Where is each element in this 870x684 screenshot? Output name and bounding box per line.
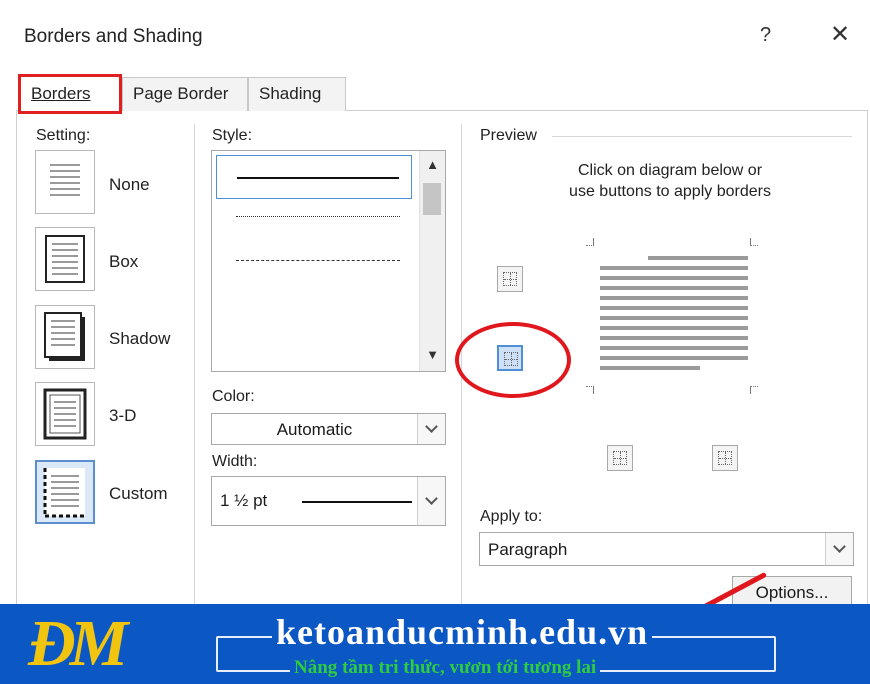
color-dropdown-button[interactable] [417, 414, 445, 444]
preview-rule [552, 136, 852, 137]
highlight-circle [455, 322, 571, 398]
border-top-icon [503, 272, 517, 286]
preview-text-line [600, 306, 748, 310]
style-solid-line [237, 177, 399, 179]
setting-shadow-icon[interactable] [35, 305, 95, 369]
preview-text-line [600, 316, 748, 320]
apply-to-dropdown-button[interactable] [825, 533, 853, 565]
tab-shading[interactable]: Shading [248, 77, 346, 111]
preview-text-line [600, 296, 748, 300]
setting-custom-icon[interactable] [35, 460, 95, 524]
setting-3d-label[interactable]: 3-D [109, 406, 136, 426]
setting-custom-label[interactable]: Custom [109, 484, 168, 504]
style-option-solid[interactable] [216, 155, 412, 199]
width-label: Width: [212, 453, 258, 470]
setting-label: Setting: [36, 127, 91, 144]
style-dashed-small-line [236, 260, 400, 261]
divider [194, 124, 195, 604]
preview-label: Preview [480, 127, 537, 144]
preview-text-line [600, 266, 748, 270]
style-option-dotted[interactable] [216, 195, 412, 239]
corner-mark [586, 238, 594, 246]
tab-borders[interactable]: Borders [18, 74, 122, 114]
top-border-button[interactable] [497, 266, 523, 292]
preview-instruction-line1: Click on diagram below or [577, 162, 763, 179]
style-label: Style: [212, 127, 253, 144]
corner-mark [586, 386, 594, 394]
banner-site: ketoanducminh.edu.vn [272, 611, 653, 653]
setting-shadow-label[interactable]: Shadow [109, 329, 170, 349]
corner-mark [750, 238, 758, 246]
width-dropdown[interactable]: 1 ½ pt [211, 476, 446, 526]
tab-page-border[interactable]: Page Border [122, 77, 248, 111]
banner-slogan: Nâng tầm tri thức, vươn tới tương lai [290, 657, 601, 679]
apply-to-value: Paragraph [488, 540, 568, 559]
style-option-dashed-small[interactable] [216, 239, 412, 283]
preview-text-line [600, 336, 748, 340]
preview-text-line [600, 326, 748, 330]
width-dropdown-button[interactable] [417, 477, 445, 525]
tab-shading-label: Shading [259, 84, 322, 103]
width-sample-line [302, 501, 412, 503]
style-option-dashed-large[interactable] [216, 279, 412, 323]
setting-shadow-graphic [44, 312, 85, 361]
setting-box-graphic [45, 235, 85, 283]
right-border-button[interactable] [712, 445, 738, 471]
preview-text-line [648, 256, 748, 260]
tab-page-border-label: Page Border [133, 84, 229, 103]
setting-box-icon[interactable] [35, 227, 95, 291]
border-right-icon [718, 451, 732, 465]
apply-to-label: Apply to: [480, 508, 543, 525]
preview-instructions: Click on diagram below or use buttons to… [540, 160, 800, 202]
setting-none-graphic [50, 164, 80, 196]
preview-text-line [600, 286, 748, 290]
setting-custom-graphic [43, 468, 85, 518]
chevron-down-icon [425, 420, 438, 433]
corner-mark [750, 386, 758, 394]
style-dotted-line [236, 216, 400, 217]
style-option-dash-dot[interactable] [216, 323, 412, 367]
tab-borders-label: Borders [31, 84, 91, 103]
setting-box-label[interactable]: Box [109, 252, 138, 272]
color-dropdown[interactable]: Automatic [211, 413, 446, 445]
style-list[interactable]: ▲ ▼ [211, 150, 446, 372]
color-value: Automatic [276, 420, 353, 439]
apply-to-dropdown[interactable]: Paragraph [479, 532, 854, 566]
brand-logo: ĐM [28, 607, 128, 680]
width-value: 1 ½ pt [220, 491, 268, 510]
close-button[interactable]: ✕ [830, 20, 850, 49]
preview-instruction-line2: use buttons to apply borders [569, 183, 771, 200]
scroll-thumb[interactable] [423, 183, 441, 215]
dialog-title: Borders and Shading [24, 26, 203, 47]
setting-none-icon[interactable] [35, 150, 95, 214]
scroll-down-icon[interactable]: ▼ [426, 347, 439, 362]
setting-3d-icon[interactable] [35, 382, 95, 446]
scroll-up-icon[interactable]: ▲ [426, 157, 439, 172]
chevron-down-icon [425, 492, 438, 505]
preview-text-line [600, 346, 748, 350]
style-scrollbar[interactable]: ▲ ▼ [419, 151, 445, 371]
setting-none-label[interactable]: None [109, 175, 150, 195]
left-border-button[interactable] [607, 445, 633, 471]
chevron-down-icon [833, 540, 846, 553]
preview-text-line [600, 276, 748, 280]
setting-3d-graphic [43, 388, 87, 440]
help-button[interactable]: ? [760, 24, 771, 47]
preview-text-line [600, 356, 748, 360]
preview-diagram[interactable] [580, 236, 770, 401]
preview-text-line [600, 366, 700, 370]
border-left-icon [613, 451, 627, 465]
color-label: Color: [212, 388, 255, 405]
